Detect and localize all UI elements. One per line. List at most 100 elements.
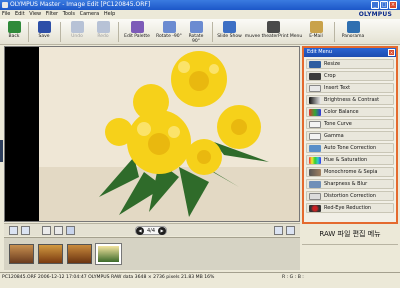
menu-filter[interactable]: Filter <box>46 11 58 17</box>
minimize-button[interactable]: _ <box>371 1 379 9</box>
menu-item-color-balance[interactable]: Color Balance <box>306 107 394 117</box>
single-view-icon[interactable] <box>274 226 283 235</box>
thumbnail-selected[interactable] <box>95 243 122 265</box>
slide-show-button[interactable]: Slide Show <box>216 21 243 44</box>
red-eye-icon <box>309 205 321 212</box>
undo-button[interactable]: Undo <box>66 21 88 44</box>
status-bar: PC120845.ORF 2006-12-12 17:04:47 OLYMPUS… <box>0 272 400 282</box>
menu-item-brightness-contrast[interactable]: Brightness & Contrast <box>306 95 394 105</box>
menu-item-label: Gamma <box>324 133 344 139</box>
menu-item-label: Insert Text <box>324 85 351 91</box>
crop-icon <box>309 73 321 80</box>
edit-menu-titlebar: Edit Menu × <box>304 48 396 57</box>
edit-palette-button[interactable]: Edit Palette <box>122 21 152 44</box>
floppy-disk-icon <box>37 21 51 33</box>
toolbar-separator <box>60 22 61 42</box>
back-button[interactable]: Back <box>4 21 24 44</box>
window-title: OLYMPUS Master - Image Edit [PC120845.OR… <box>10 1 151 8</box>
menu-item-crop[interactable]: Crop <box>306 71 394 81</box>
slideshow-icon <box>223 21 236 33</box>
page-indicator: 4/4 <box>146 228 156 234</box>
menu-file[interactable]: File <box>2 11 10 17</box>
panorama-icon <box>346 21 360 33</box>
window-titlebar: OLYMPUS Master - Image Edit [PC120845.OR… <box>0 0 400 10</box>
menu-item-red-eye-reduction[interactable]: Red-Eye Reduction <box>306 203 394 213</box>
monochrome-icon <box>309 169 321 176</box>
back-arrow-icon <box>7 21 21 33</box>
fit-view-button[interactable] <box>9 226 18 235</box>
menu-item-resize[interactable]: Resize <box>306 59 394 69</box>
menu-item-insert-text[interactable]: Insert Text <box>306 83 394 93</box>
menu-item-label: Color Balance <box>324 109 359 115</box>
side-panel-toggle[interactable] <box>0 140 3 162</box>
menu-item-hue-saturation[interactable]: Hue & Saturation <box>306 155 394 165</box>
maximize-button[interactable]: □ <box>380 1 388 9</box>
menu-item-label: Brightness & Contrast <box>324 97 380 103</box>
email-button[interactable]: E-Mail <box>306 21 326 44</box>
menu-item-auto-tone[interactable]: Auto Tone Correction <box>306 143 394 153</box>
menu-camera[interactable]: Camera <box>80 11 100 17</box>
close-icon[interactable]: × <box>388 49 395 56</box>
page-navigator: ◀ 4/4 ▶ <box>135 226 167 235</box>
edit-palette-label: Edit Palette <box>124 34 150 39</box>
menu-item-monochrome-sepia[interactable]: Monochrome & Sepia <box>306 167 394 177</box>
rotate-right-icon <box>189 21 203 33</box>
gamma-icon <box>309 133 321 140</box>
hand-tool-icon[interactable] <box>66 226 75 235</box>
multi-view-icon[interactable] <box>286 226 295 235</box>
save-button[interactable]: Save <box>33 21 55 44</box>
raw-edit-caption: RAW 파일 편집 메뉴 <box>319 230 381 238</box>
redo-icon <box>96 21 110 33</box>
menu-view[interactable]: View <box>29 11 41 17</box>
menu-item-gamma[interactable]: Gamma <box>306 131 394 141</box>
palette-icon <box>130 21 144 33</box>
menu-item-distortion-correction[interactable]: Distortion Correction <box>306 191 394 201</box>
rotate-left-icon <box>162 21 176 33</box>
menu-item-label: Crop <box>324 73 336 79</box>
zoom-in-icon[interactable] <box>42 226 51 235</box>
email-icon <box>309 21 323 33</box>
resize-icon <box>309 61 321 68</box>
redo-button[interactable]: Redo <box>92 21 114 44</box>
app-icon <box>2 2 8 8</box>
compare-view-button[interactable] <box>21 226 30 235</box>
status-text: PC120845.ORF 2006-12-12 17:04:47 OLYMPUS… <box>2 275 215 280</box>
sharpness-icon <box>309 181 321 188</box>
email-label: E-Mail <box>309 34 323 39</box>
menu-item-sharpness-blur[interactable]: Sharpness & Blur <box>306 179 394 189</box>
previous-image-button[interactable]: ◀ <box>136 227 144 235</box>
menu-edit[interactable]: Edit <box>15 11 25 17</box>
redo-label: Redo <box>97 34 109 39</box>
undo-icon <box>70 21 84 33</box>
edit-menu-panel: Edit Menu × Resize Crop Insert Text Brig… <box>302 46 398 224</box>
thumbnail[interactable] <box>38 244 63 264</box>
menu-item-label: Hue & Saturation <box>324 157 368 163</box>
rotate-left-label: Rotate -90° <box>156 34 182 39</box>
toolbar-separator <box>212 22 213 42</box>
next-image-button[interactable]: ▶ <box>158 227 166 235</box>
menu-item-label: Tone Curve <box>324 121 352 127</box>
rotate-right-button[interactable]: Rotate 90° <box>184 21 208 44</box>
muvee-print-button[interactable]: muvee theaterPrint Menu <box>244 21 303 44</box>
thumbnail[interactable] <box>67 244 92 264</box>
filmstrip <box>4 237 300 270</box>
undo-label: Undo <box>71 34 83 39</box>
slide-show-label: Slide Show <box>217 34 242 39</box>
image-viewer[interactable] <box>4 46 300 222</box>
close-button[interactable]: × <box>389 1 397 9</box>
rotate-left-button[interactable]: Rotate -90° <box>156 21 182 44</box>
panorama-button[interactable]: Panorama <box>340 21 366 44</box>
brightness-icon <box>309 97 321 104</box>
zoom-out-icon[interactable] <box>54 226 63 235</box>
hue-icon <box>309 157 321 164</box>
menu-tools[interactable]: Tools <box>63 11 75 17</box>
menu-help[interactable]: Help <box>104 11 115 17</box>
menu-item-tone-curve[interactable]: Tone Curve <box>306 119 394 129</box>
auto-tone-icon <box>309 145 321 152</box>
status-bar-lower <box>0 282 400 288</box>
toolbar: Back Save Undo Redo Edit Palette Rotate … <box>0 19 400 45</box>
menu-item-label: Sharpness & Blur <box>324 181 368 187</box>
thumbnail[interactable] <box>9 244 34 264</box>
info-panel <box>302 244 398 271</box>
rotate-right-label: Rotate 90° <box>188 34 204 44</box>
